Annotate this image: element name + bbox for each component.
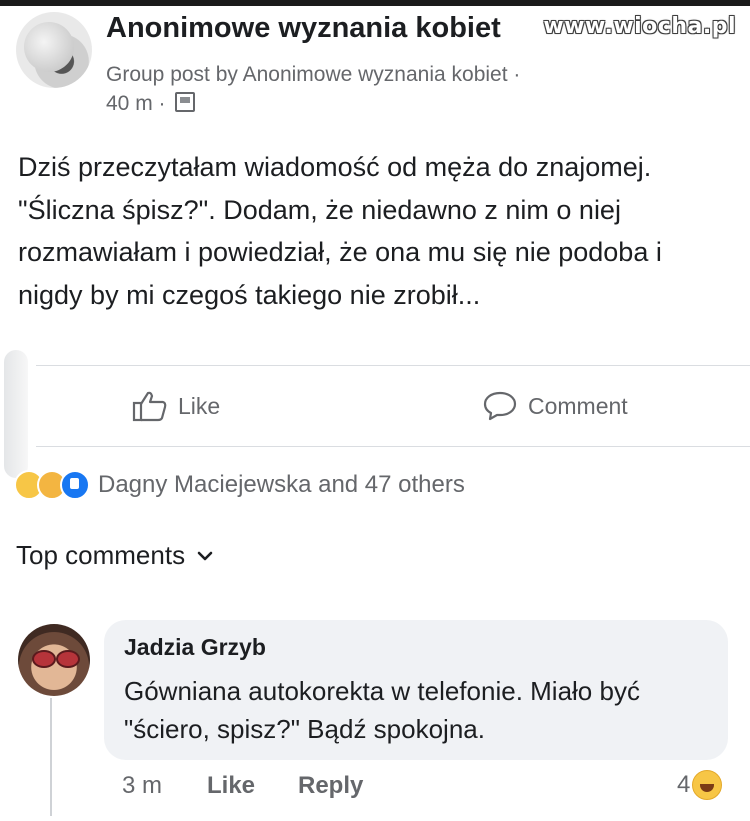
comment-reply-button[interactable]: Reply <box>298 772 363 800</box>
group-avatar[interactable] <box>16 12 92 88</box>
post-meta-author: Group post by Anonimowe wyznania kobiet … <box>106 63 521 86</box>
like-icon <box>60 470 90 500</box>
post-meta-time-row: 40 m · <box>106 89 520 118</box>
reactions-text: Dagny Maciejewska and 47 others <box>98 471 465 498</box>
like-button-label: Like <box>178 392 221 419</box>
post-meta: Group post by Anonimowe wyznania kobiet … <box>106 60 520 118</box>
thread-line <box>50 698 52 816</box>
thumbs-up-icon <box>132 391 167 422</box>
group-audience-icon <box>175 92 196 112</box>
divider <box>36 446 750 447</box>
post-body: Dziś przeczytałam wiadomość od męża do z… <box>18 152 662 310</box>
avatar-detail <box>56 650 80 668</box>
comment-reactions[interactable]: 4 <box>677 770 723 800</box>
comment-icon <box>483 391 517 421</box>
divider <box>36 365 750 366</box>
top-bar <box>0 0 750 6</box>
comment-bubble: Jadzia Grzyb Gówniana autokorekta w tele… <box>104 620 728 760</box>
like-button[interactable]: Like <box>132 390 220 422</box>
reactions-summary[interactable]: Dagny Maciejewska and 47 others <box>14 470 465 500</box>
laugh-icon <box>692 770 723 800</box>
top-comments-label: Top comments <box>16 540 186 570</box>
comment-button-label: Comment <box>528 392 628 419</box>
post-time[interactable]: 40 m · <box>106 92 166 115</box>
chevron-down-icon <box>197 551 213 560</box>
group-name[interactable]: Anonimowe wyznania kobiet <box>106 12 501 45</box>
comment-time[interactable]: 3 m <box>122 772 162 800</box>
comment-reaction-count: 4 <box>677 771 691 798</box>
scrollbar[interactable] <box>4 350 28 478</box>
top-comments-dropdown[interactable]: Top comments <box>16 540 213 571</box>
comment-like-button[interactable]: Like <box>207 772 255 800</box>
watermark: www.wiocha.pl <box>543 14 736 39</box>
comment-author[interactable]: Jadzia Grzyb <box>124 634 266 661</box>
comment-button[interactable]: Comment <box>482 390 628 422</box>
comment-text: Gówniana autokorekta w telefonie. Miało … <box>124 676 640 744</box>
commenter-avatar[interactable] <box>18 624 90 696</box>
avatar-detail <box>32 650 56 668</box>
